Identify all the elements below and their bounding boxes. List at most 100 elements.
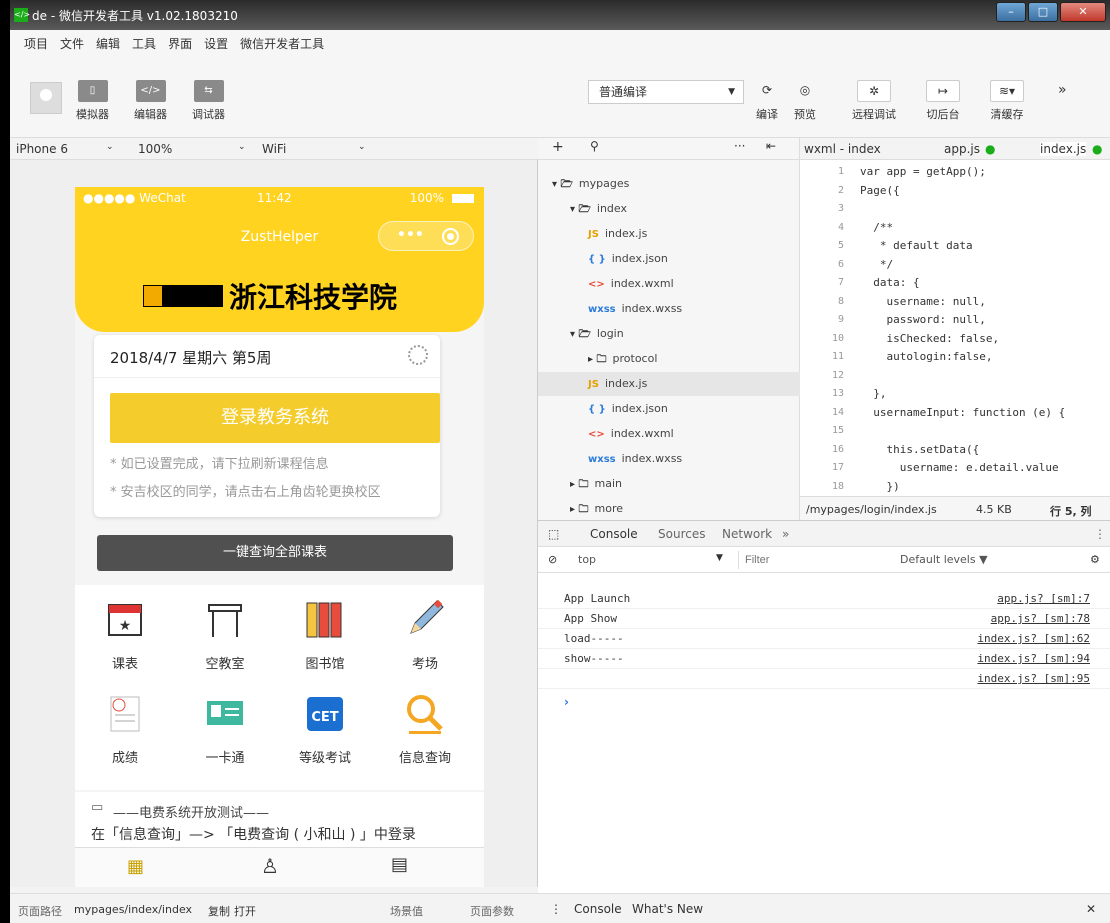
simulator-button[interactable]: ▯ 模拟器 — [76, 80, 109, 122]
compile-mode-select[interactable]: 普通编译 ▼ — [588, 80, 744, 104]
avatar[interactable] — [30, 82, 62, 114]
tab-more[interactable]: » — [782, 527, 789, 541]
folder-icon: ▸ 🗀 — [588, 354, 607, 365]
tab-shop-icon[interactable]: ▤ — [391, 854, 408, 875]
menu-project[interactable]: 项目 — [24, 35, 48, 52]
menu-file[interactable]: 文件 — [60, 35, 84, 52]
tab-app-js[interactable]: app.js — [944, 142, 980, 156]
menu-view[interactable]: 界面 — [168, 35, 192, 52]
add-file-icon[interactable]: + — [552, 139, 564, 155]
file-tree-item[interactable]: JS index.js — [538, 222, 800, 246]
grid-item-classroom[interactable]: 空教室 — [175, 597, 275, 672]
close-ring-icon[interactable] — [442, 228, 459, 245]
more-dots-icon[interactable]: ••• — [397, 227, 424, 243]
file-tree-item[interactable]: ▸ 🗀 more — [538, 497, 800, 521]
tab-user-icon[interactable]: ♙ — [261, 854, 279, 878]
grid-item-library[interactable]: 图书馆 — [275, 597, 375, 672]
filter-input[interactable] — [738, 551, 888, 569]
file-tree-item[interactable]: { } index.json — [538, 397, 800, 421]
grid-item-grades[interactable]: 成绩 — [75, 691, 175, 766]
background-button[interactable]: ↦ 切后台 — [926, 80, 960, 122]
minimize-button[interactable]: – — [996, 2, 1026, 22]
levels-select[interactable]: Default levels ▼ — [900, 553, 988, 566]
menu-dots-icon[interactable]: ⋮ — [1094, 527, 1106, 541]
code-area[interactable]: 1 var app = getApp(); 2 Page({3 4 /** 5 * def… — [800, 160, 1110, 496]
tab-console[interactable]: Console — [590, 527, 638, 541]
drawer-menu-icon[interactable]: ⋮ — [550, 902, 562, 916]
open-link[interactable]: 打开 — [234, 903, 256, 919]
line-number: 2 — [837, 184, 844, 196]
file-tree-item[interactable]: JS index.js — [538, 372, 800, 396]
page-params[interactable]: 页面参数 — [470, 903, 514, 919]
simulator-panel: ●●●●● WeChat 11:42 100% ZustHelper ••• 浙… — [10, 160, 538, 887]
tab-network[interactable]: Network — [722, 527, 772, 541]
tab-sources[interactable]: Sources — [658, 527, 705, 541]
file-tree-item[interactable]: <> index.wxml — [538, 422, 800, 446]
grid-item-exam-room[interactable]: 考场 — [375, 597, 475, 672]
menu-devtools[interactable]: 微信开发者工具 — [240, 35, 324, 52]
console-source-link[interactable]: index.js? [sm]:95 — [977, 672, 1090, 685]
modified-dot-icon: ● — [985, 142, 996, 156]
tab-index-js[interactable]: index.js — [1040, 142, 1087, 156]
chevron-down-icon[interactable]: ⌄ — [358, 142, 366, 152]
context-select[interactable]: top — [578, 553, 596, 566]
grid-item-info-query[interactable]: 信息查询 — [375, 691, 475, 766]
code-line: usernameInput: function (e) { — [860, 405, 1066, 419]
console-prompt[interactable]: › — [564, 695, 569, 709]
login-button[interactable]: 登录教务系统 — [110, 393, 440, 443]
code-line: this.setData({ — [860, 442, 980, 456]
scene-value[interactable]: 场景值 — [390, 903, 423, 919]
editor-button[interactable]: </> 编辑器 — [134, 80, 167, 122]
gear-icon[interactable] — [408, 345, 428, 365]
device-select[interactable]: iPhone 6 — [16, 142, 68, 156]
dropdown-arrow-icon[interactable]: ▼ — [716, 553, 723, 563]
settings-gear-icon[interactable]: ⚙ — [1090, 553, 1100, 566]
file-tree-label: index.wxss — [621, 302, 683, 315]
file-tree-item[interactable]: wxss index.wxss — [538, 447, 800, 471]
file-tree-item[interactable]: ▾ 🗁 login — [538, 322, 800, 346]
clear-console-icon[interactable]: ⊘ — [548, 553, 557, 566]
drawer-tab-whats-new[interactable]: What's New — [632, 902, 703, 916]
close-button[interactable]: ✕ — [1060, 2, 1106, 22]
grid-item-card[interactable]: 一卡通 — [175, 691, 275, 766]
console-source-link[interactable]: app.js? [sm]:7 — [997, 592, 1090, 605]
more-tools-button[interactable]: » — [1058, 82, 1067, 98]
capsule-menu[interactable]: ••• — [378, 221, 474, 251]
grid-item-schedule[interactable]: ★ 课表 — [75, 597, 175, 672]
tab-calendar-icon[interactable]: ▦ — [127, 856, 144, 877]
maximize-button[interactable]: □ — [1028, 2, 1058, 22]
console-source-link[interactable]: index.js? [sm]:62 — [977, 632, 1090, 645]
menu-tools[interactable]: 工具 — [132, 35, 156, 52]
file-tree-item[interactable]: { } index.json — [538, 247, 800, 271]
copy-link[interactable]: 复制 — [208, 903, 230, 919]
console-row: App Launch app.js? [sm]:7 — [538, 589, 1110, 609]
search-icon[interactable]: ⚲ — [590, 139, 599, 153]
collapse-icon[interactable]: ⇤ — [766, 139, 776, 153]
menu-edit[interactable]: 编辑 — [96, 35, 120, 52]
file-tree-item[interactable]: ▾ 🗁 index — [538, 197, 800, 221]
file-tree-item[interactable]: ▸ 🗀 main — [538, 472, 800, 496]
tab-wxml-index[interactable]: wxml - index — [804, 142, 881, 156]
console-source-link[interactable]: index.js? [sm]:94 — [977, 652, 1090, 665]
grid-item-level-exam[interactable]: CET 等级考试 — [275, 691, 375, 766]
drawer-tab-console[interactable]: Console — [574, 902, 622, 916]
network-select[interactable]: WiFi — [262, 142, 286, 156]
chevron-down-icon[interactable]: ⌄ — [238, 142, 246, 152]
file-tree-item[interactable]: <> index.wxml — [538, 272, 800, 296]
more-icon[interactable]: ··· — [734, 139, 745, 153]
debugger-button[interactable]: ⇆ 调试器 — [192, 80, 225, 122]
console-source-link[interactable]: app.js? [sm]:78 — [991, 612, 1090, 625]
remote-debug-button[interactable]: ✲ 远程调试 — [852, 80, 896, 122]
file-tree-item[interactable]: wxss index.wxss — [538, 297, 800, 321]
file-tree-item[interactable]: ▾ 🗁 mypages — [538, 172, 800, 196]
close-drawer-icon[interactable]: ✕ — [1086, 902, 1096, 916]
zoom-select[interactable]: 100% — [138, 142, 172, 156]
chevron-down-icon[interactable]: ⌄ — [106, 142, 114, 152]
menu-settings[interactable]: 设置 — [204, 35, 228, 52]
preview-button[interactable]: ◎ 预览 — [788, 80, 822, 122]
inspect-icon[interactable]: ⬚ — [548, 527, 559, 541]
compile-button[interactable]: ⟳ 编译 — [750, 80, 784, 122]
clear-cache-button[interactable]: ≋▾ 清缓存 — [990, 80, 1024, 122]
file-tree-item[interactable]: ▸ 🗀 protocol — [538, 347, 800, 371]
query-all-button[interactable]: 一键查询全部课表 — [97, 535, 453, 571]
